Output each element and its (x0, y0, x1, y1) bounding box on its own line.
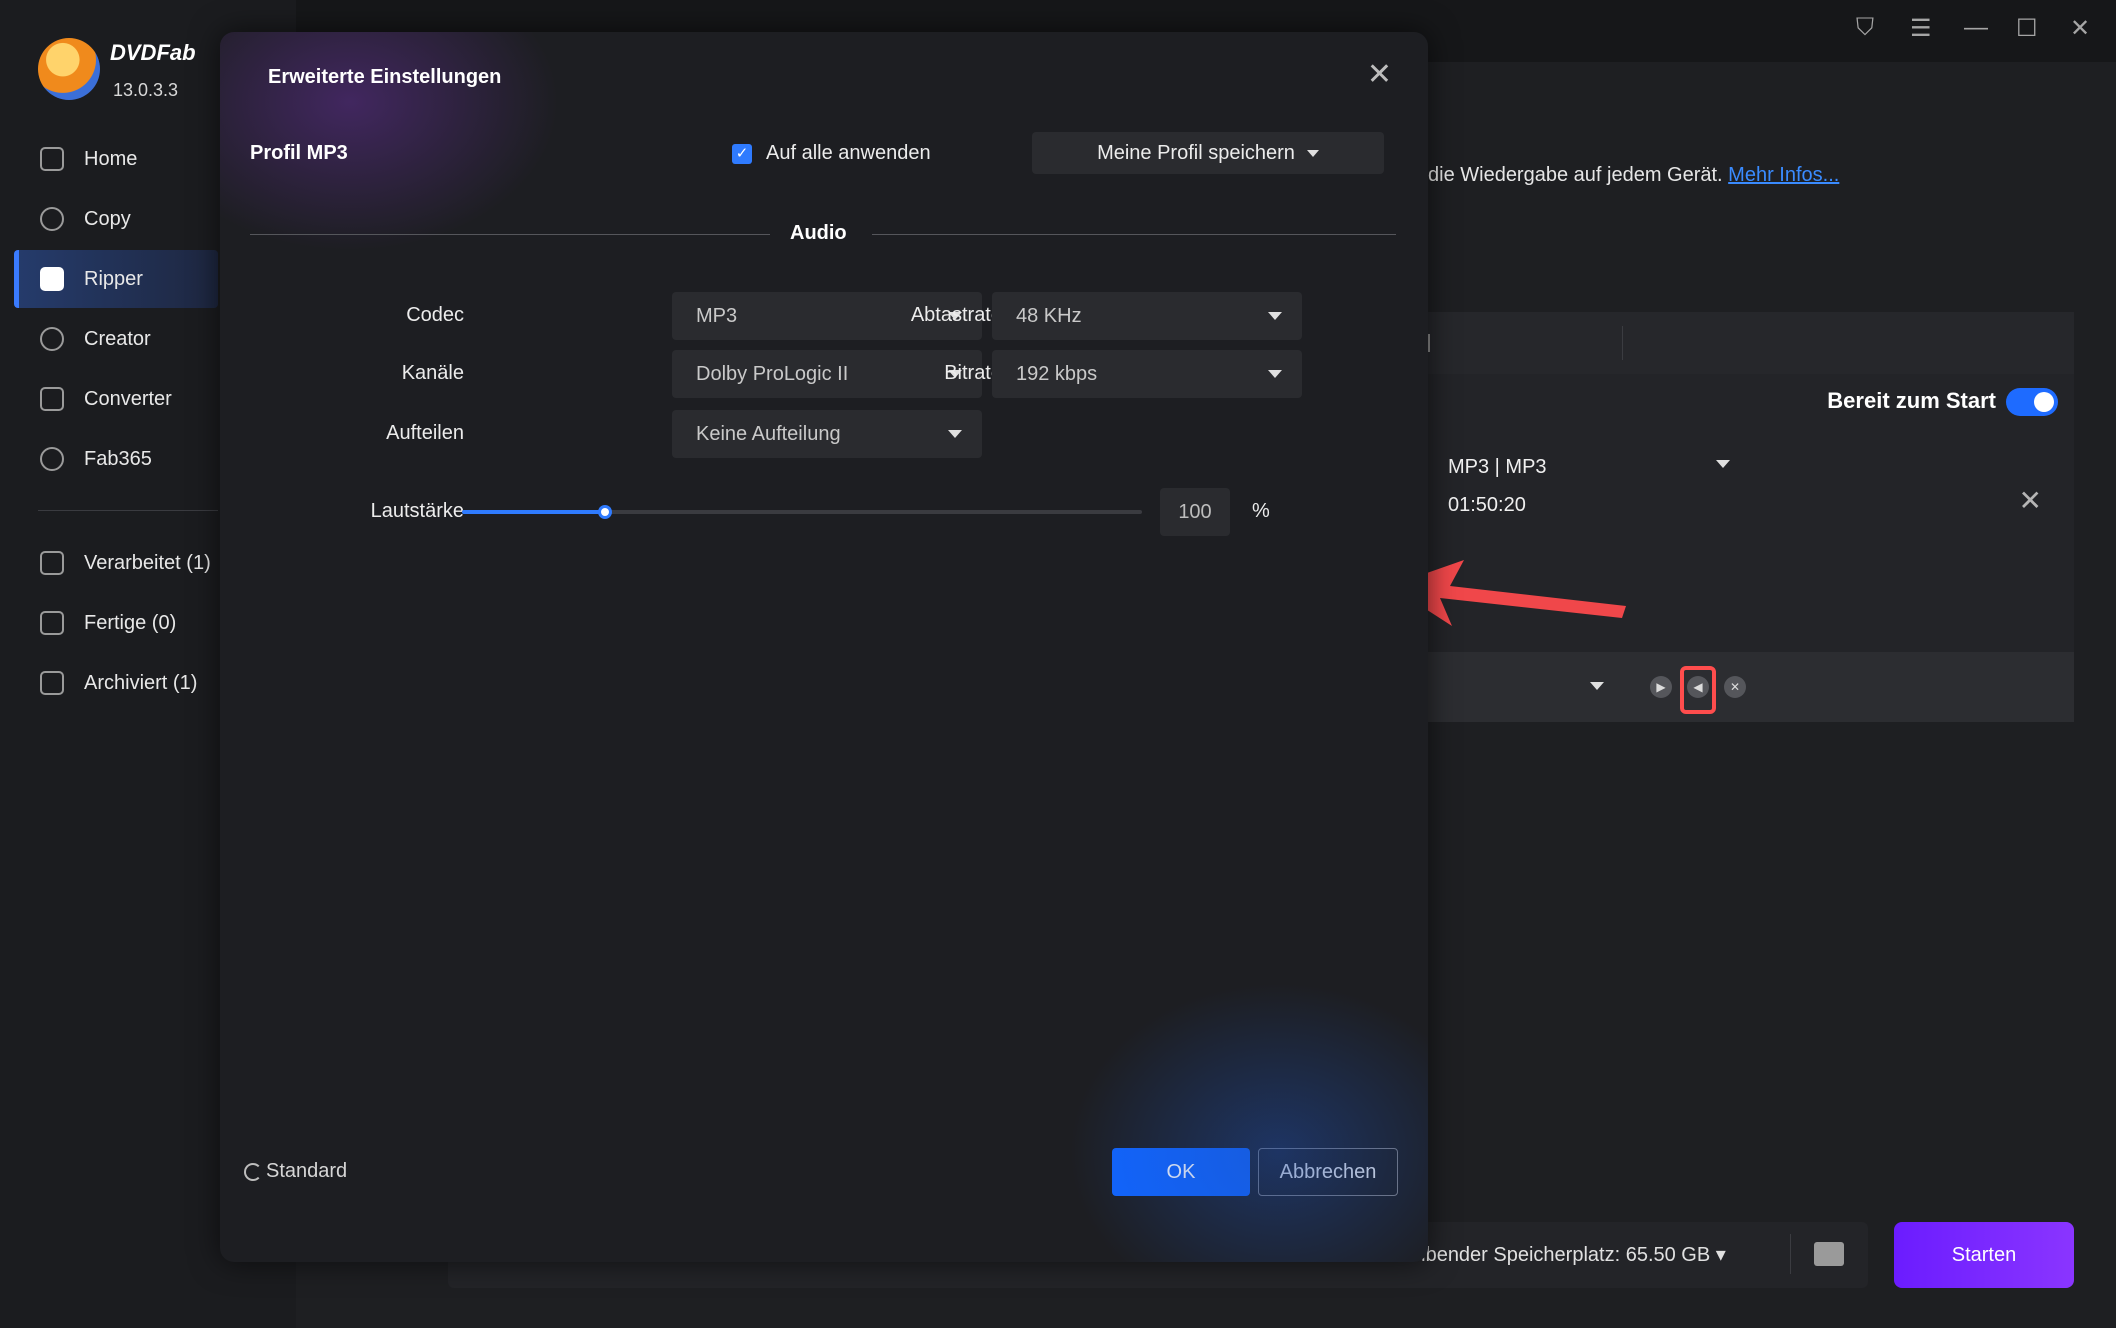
menu-icon[interactable]: ☰ (1910, 14, 1932, 43)
converter-icon (40, 387, 64, 411)
archive-icon (40, 671, 64, 695)
sidebar-item-creator[interactable]: Creator (14, 310, 218, 368)
save-profile-label: Meine Profil speichern (1097, 141, 1295, 164)
channels-value: Dolby ProLogic II (696, 362, 849, 385)
cancel-button[interactable]: Abbrechen (1258, 1148, 1398, 1196)
remove-audio-icon[interactable]: ✕ (1724, 676, 1746, 698)
samplerate-select[interactable]: 48 KHz (992, 292, 1302, 340)
highlight-box (1680, 666, 1716, 714)
sidebar-item-label: Home (84, 147, 138, 170)
chevron-down-icon (948, 430, 962, 438)
dialog-title: Erweiterte Einstellungen (268, 66, 502, 88)
chevron-down-icon (1268, 312, 1282, 320)
sidebar-item-archived[interactable]: Archiviert (1) (14, 654, 218, 712)
profile-label: Profil MP3 (250, 142, 348, 164)
apply-all-checkbox[interactable]: ✓ (732, 144, 752, 164)
bitrate-select[interactable]: 192 kbps (992, 350, 1302, 398)
channels-label: Kanäle (401, 362, 464, 384)
folder-icon[interactable] (1814, 1242, 1844, 1266)
bitrate-value: 192 kbps (1016, 362, 1098, 385)
audio-track-row: ▶ ◀ ✕ (1428, 652, 2074, 722)
sidebar-item-label: Verarbeitet (1) (84, 551, 211, 574)
sidebar-item-fab365[interactable]: Fab365 (14, 430, 218, 488)
home-icon (40, 147, 64, 171)
ready-toggle[interactable] (2006, 388, 2058, 416)
volume-label: Lautstärke (370, 500, 464, 522)
ripper-icon (40, 267, 64, 291)
folder-divider (1790, 1234, 1791, 1274)
shirt-icon[interactable]: ⛉ (1856, 14, 1874, 42)
sidebar-item-label: Ripper (84, 267, 143, 290)
processing-icon (40, 551, 64, 575)
finished-icon (40, 611, 64, 635)
sidebar-item-processing[interactable]: Verarbeitet (1) (14, 534, 254, 592)
samplerate-label: Abtastrate (910, 304, 1002, 326)
maximize-icon[interactable]: ☐ (2016, 14, 2038, 43)
sidebar-item-converter[interactable]: Converter (14, 370, 218, 428)
sidebar-item-label: Fertige (0) (84, 611, 177, 634)
standard-reset[interactable]: Standard (244, 1160, 347, 1183)
split-value: Keine Aufteilung (696, 422, 841, 445)
remove-task-icon[interactable]: ✕ (2019, 484, 2042, 517)
bitrate-label: Bitrate (944, 362, 1002, 384)
section-divider (250, 234, 770, 235)
chevron-down-icon (1268, 370, 1282, 378)
apply-all-label[interactable]: Auf alle anwenden (766, 142, 931, 165)
reset-icon (244, 1162, 262, 1181)
sidebar-item-label: Fab365 (84, 447, 152, 470)
start-button[interactable]: Starten (1894, 1222, 2074, 1288)
app-name: DVDFab (110, 40, 196, 65)
info-text-label: die Wiedergabe auf jedem Gerät. (1428, 164, 1723, 186)
sidebar-item-home[interactable]: Home (14, 130, 218, 188)
advanced-settings-dialog: Erweiterte Einstellungen ✕ Profil MP3 ✓ … (220, 32, 1428, 1262)
minimize-icon[interactable]: — (1964, 14, 1988, 42)
codec-label: Codec (406, 304, 464, 326)
split-label: Aufteilen (386, 422, 464, 444)
creator-icon (40, 327, 64, 351)
close-icon[interactable]: ✕ (2070, 14, 2090, 43)
volume-slider-fill (462, 510, 605, 514)
codec-value: MP3 (696, 304, 738, 327)
sidebar-item-label: Creator (84, 327, 151, 350)
split-select[interactable]: Keine Aufteilung (672, 410, 982, 458)
ready-to-start-label: Bereit zum Start (1827, 388, 1996, 413)
sidebar-item-label: Converter (84, 387, 172, 410)
chevron-down-icon (1306, 149, 1319, 157)
sidebar-item-label: Archiviert (1) (84, 671, 198, 694)
volume-unit: % (1252, 500, 1270, 522)
sidebar-item-copy[interactable]: Copy (14, 190, 218, 248)
sidebar-item-finished[interactable]: Fertige (0) (14, 594, 218, 652)
storage-info[interactable]: eibender Speicherplatz: 65.50 GB ▾ (1410, 1242, 1726, 1267)
section-divider (872, 234, 1396, 235)
volume-slider[interactable] (462, 505, 1142, 519)
sidebar-divider (38, 510, 218, 511)
dvdfab-logo (38, 38, 100, 100)
sidebar-item-label: Copy (84, 207, 131, 230)
task-panel-header (1428, 312, 2074, 374)
volume-slider-handle[interactable] (597, 505, 612, 519)
audio-dropdown-caret-icon[interactable] (1590, 682, 1604, 690)
section-title-audio: Audio (790, 222, 847, 244)
copy-icon (40, 207, 64, 231)
profile-dropdown-caret-icon[interactable] (1716, 460, 1730, 468)
save-profile-dropdown[interactable]: Meine Profil speichern (1032, 132, 1384, 174)
dialog-close-icon[interactable]: ✕ (1367, 60, 1392, 90)
play-icon[interactable]: ▶ (1650, 676, 1672, 698)
app-version: 13.0.3.3 (113, 80, 179, 100)
samplerate-value: 48 KHz (1016, 304, 1082, 327)
header-divider (1622, 326, 1623, 360)
storage-text: eibender Speicherplatz: 65.50 GB (1410, 1244, 1711, 1266)
task-duration: 01:50:20 (1448, 494, 1526, 516)
task-profile: MP3 | MP3 (1448, 456, 1547, 478)
standard-label: Standard (266, 1160, 348, 1182)
more-info-link[interactable]: Mehr Infos... (1728, 164, 1839, 186)
info-text: die Wiedergabe auf jedem Gerät. Mehr Inf… (1428, 164, 1839, 187)
fab365-icon (40, 447, 64, 471)
volume-input[interactable]: 100 (1160, 488, 1230, 536)
ok-button[interactable]: OK (1112, 1148, 1250, 1196)
sidebar-item-ripper[interactable]: Ripper (14, 250, 218, 308)
header-divider (1428, 334, 1430, 352)
